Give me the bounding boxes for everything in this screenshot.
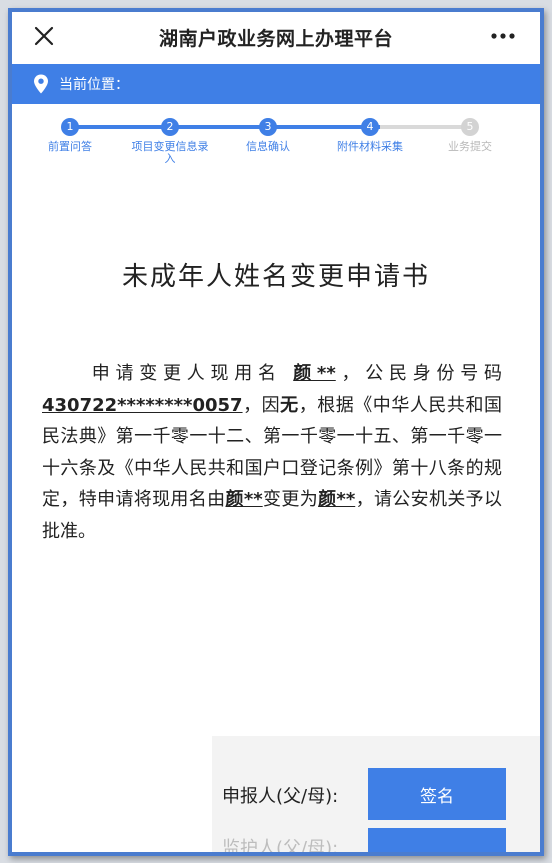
guardian-label: 监护人(父/母): [222,838,339,856]
close-icon[interactable] [32,24,56,48]
document-title: 未成年人姓名变更申请书 [121,262,430,292]
title-bar: 湖南户政业务网上办理平台 [12,12,540,62]
sign-button-2[interactable] [368,828,506,852]
step-number: 4 [361,118,379,136]
step-label: 项目变更信息录入 [131,140,209,165]
step-5: 5 业务提交 [422,108,518,153]
location-bar: 当前位置： [12,64,540,104]
body-text: ，因 [242,394,281,416]
step-number: 1 [61,118,79,136]
step-label: 附件材料采集 [337,140,403,153]
from-name: 颜** [225,489,263,510]
to-name: 颜** [318,489,356,510]
reason: 无 [280,394,299,416]
step-label: 业务提交 [448,140,492,153]
more-icon[interactable] [488,24,518,48]
location-label: 当前位置： [59,77,129,93]
app-title: 湖南户政业务网上办理平台 [158,27,393,50]
app-window: 湖南户政业务网上办理平台 当前位置： 1 前置问答 2 项目变更信息录入 3 信… [8,8,544,856]
step-number: 5 [461,118,479,136]
progress-stepper: 1 前置问答 2 项目变更信息录入 3 信息确认 4 附件材料采集 5 业务提交 [12,108,540,180]
step-number: 2 [161,118,179,136]
step-2: 2 项目变更信息录入 [122,108,218,165]
body-text: 变更为 [262,489,319,510]
body-text: ，公民身份号码 [335,363,502,384]
applicant-label: 申报人(父/母): [222,786,339,807]
location-pin-icon [34,74,48,94]
step-4: 4 附件材料采集 [322,108,418,153]
id-number: 430722********0057 [42,394,243,416]
step-number: 3 [259,118,277,136]
step-3: 3 信息确认 [220,108,316,153]
step-label: 前置问答 [48,140,92,153]
step-label: 信息确认 [246,140,290,153]
current-name: 颜** [293,363,336,384]
sign-button[interactable]: 签名 [368,768,506,820]
signature-panel: 申报人(父/母): 签名 监护人(父/母): [212,736,540,856]
body-text: 申请变更人现用名 [86,363,282,384]
document-body: 申请变更人现用名 颜**，公民身份号码 430722********0057，因… [42,358,502,547]
step-1: 1 前置问答 [22,108,118,153]
